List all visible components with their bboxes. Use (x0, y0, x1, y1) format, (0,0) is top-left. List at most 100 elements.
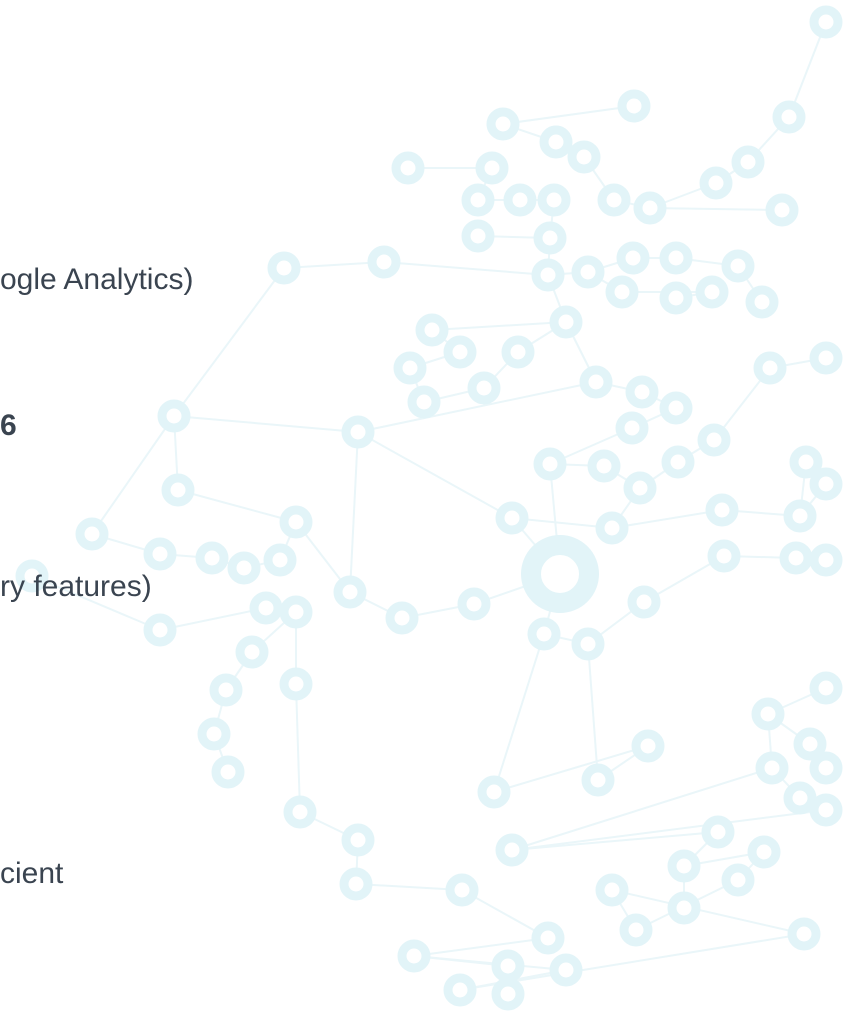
network-node (595, 511, 629, 545)
network-node (571, 627, 605, 661)
network-node (783, 499, 817, 533)
network-node (661, 445, 695, 479)
network-node (391, 151, 425, 185)
text-line-features: ry features) (0, 570, 152, 603)
network-node (75, 517, 109, 551)
network-node (809, 467, 843, 501)
network-graph-icon (15, 5, 843, 1011)
network-node (539, 125, 573, 159)
network-edge (295, 683, 301, 813)
network-node (537, 183, 571, 217)
network-node (333, 575, 367, 609)
network-node (659, 241, 693, 275)
network-node (486, 107, 520, 141)
network-node (279, 667, 313, 701)
network-node (789, 445, 823, 479)
network-node (443, 335, 477, 369)
text-line-analytics: ogle Analytics) (0, 263, 194, 296)
network-node (339, 867, 373, 901)
network-node (809, 751, 843, 785)
network-node (731, 145, 765, 179)
network-hub-node (521, 535, 599, 613)
network-node (445, 873, 479, 907)
network-edge (493, 745, 649, 793)
network-node (533, 221, 567, 255)
network-node (461, 183, 495, 217)
network-node (616, 241, 650, 275)
network-node (393, 351, 427, 385)
network-node (751, 697, 785, 731)
network-node (491, 977, 525, 1011)
network-node (567, 140, 601, 174)
network-edge (349, 431, 359, 593)
network-node (407, 385, 441, 419)
network-node (283, 795, 317, 829)
network-node (341, 823, 375, 857)
network-node (491, 949, 525, 983)
network-node (143, 613, 177, 647)
network-node (495, 833, 529, 867)
network-node (279, 595, 313, 629)
text-line-bold-number: 6 (0, 409, 17, 442)
network-node (581, 763, 615, 797)
network-node (475, 151, 509, 185)
network-node (195, 541, 229, 575)
network-node (809, 543, 843, 577)
network-node (793, 727, 827, 761)
network-node (527, 617, 561, 651)
network-node (209, 673, 243, 707)
network-node (211, 755, 245, 789)
network-node (755, 751, 789, 785)
network-node (697, 423, 731, 457)
network-edge (173, 415, 359, 433)
network-node (161, 473, 195, 507)
network-node (809, 5, 843, 39)
network-node (705, 493, 739, 527)
network-node (659, 281, 693, 315)
network-edge (502, 105, 635, 125)
network-node (721, 863, 755, 897)
network-edge (587, 643, 599, 781)
network-node (531, 921, 565, 955)
network-node (745, 285, 779, 319)
network-node (659, 391, 693, 425)
network-node (143, 537, 177, 571)
network-node (571, 255, 605, 289)
network-node (633, 191, 667, 225)
network-node (341, 415, 375, 449)
network-node (197, 717, 231, 751)
network-edge (649, 207, 783, 211)
network-edge (357, 431, 513, 519)
network-node (477, 775, 511, 809)
network-node (627, 585, 661, 619)
network-node (787, 917, 821, 951)
network-node (783, 781, 817, 815)
text-line-cient: cient (0, 857, 64, 890)
network-node (667, 891, 701, 925)
network-node (597, 183, 631, 217)
network-node (605, 275, 639, 309)
network-node (765, 193, 799, 227)
network-node (457, 587, 491, 621)
network-node (549, 305, 583, 339)
network-node (667, 849, 701, 883)
network-edge (91, 415, 175, 535)
network-edge (431, 321, 567, 331)
slide-page: ogle Analytics) 6 ry features) cient (0, 0, 846, 1011)
network-edge (493, 633, 545, 793)
network-node (249, 591, 283, 625)
network-node (587, 449, 621, 483)
network-node (279, 505, 313, 539)
network-edge (511, 809, 827, 851)
network-node (595, 873, 629, 907)
network-node (549, 953, 583, 987)
network-node (695, 275, 729, 309)
network-node (615, 411, 649, 445)
network-node (235, 635, 269, 669)
network-node (701, 815, 735, 849)
network-node (267, 251, 301, 285)
network-node (779, 541, 813, 575)
network-node (397, 939, 431, 973)
network-node (227, 551, 261, 585)
network-node (503, 183, 537, 217)
